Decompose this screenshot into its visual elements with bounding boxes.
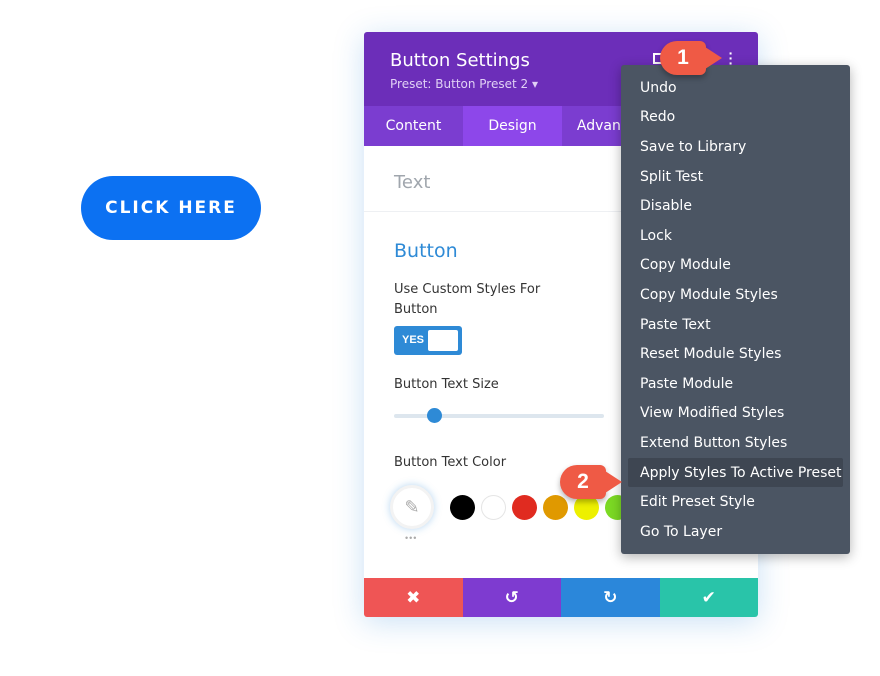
more-options-icon[interactable]: · · · xyxy=(728,46,734,70)
context-menu: Undo Redo Save to Library Split Test Disable… xyxy=(621,65,850,554)
color-swatch[interactable] xyxy=(512,495,537,520)
cancel-button[interactable]: ✖ xyxy=(364,578,463,617)
menu-item[interactable]: Edit Preset Style xyxy=(628,487,843,517)
custom-styles-toggle[interactable]: YES xyxy=(394,326,462,355)
menu-item[interactable]: Go To Layer xyxy=(628,517,843,547)
menu-item[interactable]: Apply Styles To Active Preset xyxy=(628,457,843,488)
menu-item[interactable]: Paste Module xyxy=(628,369,843,399)
menu-item[interactable]: Reset Module Styles xyxy=(628,339,843,369)
menu-item[interactable]: Paste Text xyxy=(628,310,843,340)
callout-2: 2 xyxy=(560,465,622,499)
menu-item[interactable]: Lock xyxy=(628,221,843,251)
eyedropper-icon[interactable]: ✎ xyxy=(390,485,434,529)
custom-styles-label: Use Custom Styles For Button xyxy=(394,282,541,317)
undo-button[interactable]: ↺ xyxy=(462,578,561,617)
more-colors[interactable]: ••• xyxy=(405,533,417,543)
menu-item[interactable]: Extend Button Styles xyxy=(628,428,843,458)
menu-item[interactable]: Copy Module xyxy=(628,251,843,281)
callout-1: 1 xyxy=(660,41,722,75)
menu-item[interactable]: Split Test xyxy=(628,162,843,192)
toggle-value: YES xyxy=(402,334,425,346)
tab-design[interactable]: Design xyxy=(463,106,562,146)
menu-item[interactable]: Save to Library xyxy=(628,132,843,162)
menu-item[interactable]: Undo xyxy=(628,73,843,103)
color-swatch[interactable] xyxy=(450,495,475,520)
menu-item[interactable]: Disable xyxy=(628,191,843,221)
footer: ✖ ↺ ↻ ✔ xyxy=(364,578,758,617)
text-size-slider[interactable] xyxy=(394,405,604,425)
menu-item[interactable]: View Modified Styles xyxy=(628,399,843,429)
menu-item[interactable]: Copy Module Styles xyxy=(628,280,843,310)
menu-item[interactable]: Redo xyxy=(628,103,843,133)
color-swatch[interactable] xyxy=(481,495,506,520)
color-swatch[interactable] xyxy=(543,495,568,520)
redo-button[interactable]: ↻ xyxy=(561,578,660,617)
tab-content[interactable]: Content xyxy=(364,106,463,146)
click-here-button[interactable]: CLICK HERE xyxy=(81,176,261,240)
save-button[interactable]: ✔ xyxy=(659,578,758,617)
slider-handle[interactable] xyxy=(426,408,442,423)
